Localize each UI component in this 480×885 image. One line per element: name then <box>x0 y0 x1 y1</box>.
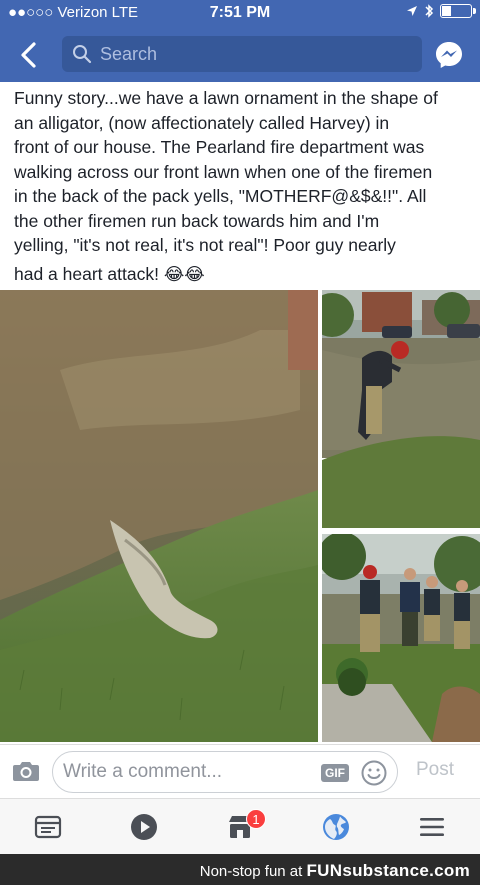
search-input[interactable] <box>100 43 400 65</box>
watermark-credit: Non-stop fun at FUNsubstance.com <box>200 861 470 881</box>
post-line: walking across our front lawn when one o… <box>14 161 433 182</box>
globe-notifications-icon[interactable] <box>322 813 350 841</box>
watermark-prefix: Non-stop fun at <box>199 863 307 880</box>
back-chevron-icon[interactable] <box>14 40 44 70</box>
post-body: Funny story...we have a lawn ornament in… <box>14 86 470 286</box>
search-icon <box>73 45 92 64</box>
post-line: in the back of the pack yells, "MOTHERF@… <box>14 186 427 206</box>
post-line: an alligator, (now affectionately called… <box>14 112 390 133</box>
comment-box[interactable]: GIF <box>52 751 398 793</box>
comment-composer: GIF Post <box>0 744 480 798</box>
photo-grid <box>0 290 480 742</box>
news-feed-icon[interactable] <box>34 813 62 841</box>
gif-button[interactable]: GIF <box>321 764 349 782</box>
post-line: the other firemen run back towards him a… <box>14 210 380 231</box>
messenger-icon[interactable] <box>434 40 464 70</box>
watermark-bar: Non-stop fun at FUNsubstance.com <box>0 854 480 885</box>
photo-firemen-group[interactable] <box>322 534 480 742</box>
menu-hamburger-icon[interactable] <box>418 813 446 841</box>
status-bar: ●●○○○ Verizon LTE 7:51 PM <box>0 0 480 26</box>
watermark-brand: FUNsubstance.com <box>306 861 470 880</box>
status-icons <box>406 3 476 19</box>
top-header: ●●○○○ Verizon LTE 7:51 PM <box>0 0 480 82</box>
notification-badge: 1 <box>246 809 266 829</box>
post-line: had a heart attack! 😂😂 <box>14 263 205 284</box>
bluetooth-icon <box>425 4 434 18</box>
location-arrow-icon <box>407 6 417 16</box>
comment-input[interactable] <box>63 761 303 783</box>
post-line: Funny story...we have a lawn ornament in… <box>14 88 438 108</box>
post-comment-button[interactable]: Post <box>416 759 454 781</box>
bottom-tab-bar: 1 <box>0 798 480 854</box>
battery-icon <box>440 4 476 18</box>
post-line: yelling, "it's not real, it's not real"!… <box>14 235 396 255</box>
video-play-icon[interactable] <box>130 813 158 841</box>
post-line: front of our house. The Pearland fire de… <box>14 137 425 157</box>
camera-icon[interactable] <box>12 759 40 783</box>
sticker-smiley-icon[interactable] <box>361 760 387 786</box>
search-bar[interactable] <box>62 36 422 72</box>
photo-alligator-lawn[interactable] <box>0 290 318 742</box>
photo-fireman-water[interactable] <box>322 290 480 528</box>
